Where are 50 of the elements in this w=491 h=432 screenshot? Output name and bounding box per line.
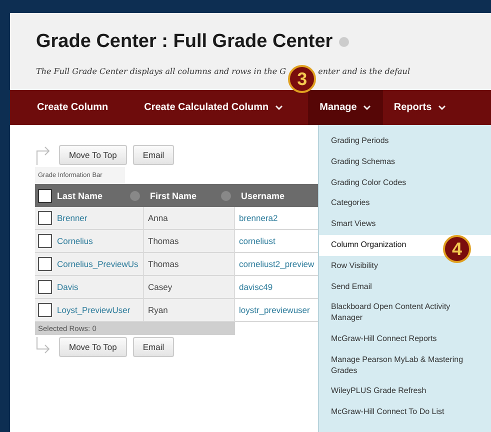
nav-tab[interactable]: Create Column (26, 90, 120, 125)
action-button[interactable]: Email (132, 337, 174, 357)
checkbox[interactable] (38, 303, 52, 317)
callout-badge: 3 (288, 65, 316, 93)
checkbox[interactable] (38, 211, 52, 225)
nav-tab[interactable]: Manage (308, 90, 383, 125)
column-header[interactable]: Username (241, 190, 285, 200)
nav-tab[interactable]: Create Calculated Column (133, 90, 294, 125)
menu-item[interactable]: McGraw-Hill Connect To Do List (319, 402, 491, 423)
menu-item[interactable]: WileyPLUS Grade Refresh (319, 381, 491, 402)
column-header[interactable]: Last Name (57, 190, 103, 200)
menu-item[interactable]: Grading Periods (319, 131, 491, 152)
checkbox[interactable] (38, 257, 52, 271)
table-cell: Casey (148, 282, 172, 292)
table-cell: loystr_previewuser (239, 305, 310, 315)
menu-item[interactable]: Blackboard Open Content Activity Manager (319, 297, 491, 329)
page-description: The Full Grade Center displays all columns and rows in the G (36, 66, 286, 76)
menu-item[interactable]: Grading Color Codes (319, 172, 491, 194)
menu-item[interactable]: Manage Pearson MyLab & Mastering Grades (319, 350, 491, 382)
nav-tab[interactable]: Reports (382, 90, 457, 125)
column-header[interactable]: First Name (150, 190, 197, 200)
table-cell: Davis (57, 282, 78, 292)
caret-icon (438, 105, 446, 110)
table-cell: Cornelius (57, 236, 93, 246)
checkbox[interactable] (38, 188, 52, 202)
caret-icon (274, 105, 283, 110)
menu-item[interactable]: Categories (319, 193, 491, 214)
table-cell: Loyst_PreviewUser (57, 305, 130, 315)
page-description: enter and is the defaul (318, 66, 410, 76)
menu-item[interactable]: Send Email (319, 276, 491, 298)
table-cell: davisc49 (239, 282, 273, 292)
table-cell: Ryan (148, 305, 168, 315)
table-cell: corneliust (239, 236, 276, 246)
table-cell: Thomas (148, 259, 179, 269)
menu-item[interactable]: Smart Views (319, 214, 491, 235)
table-cell: Anna (148, 213, 168, 223)
action-button[interactable]: Move To Top (59, 337, 127, 357)
table-cell: Cornelius_PreviewUs (57, 259, 138, 269)
checkbox[interactable] (38, 280, 52, 294)
action-button[interactable]: Move To Top (59, 145, 127, 165)
checkbox[interactable] (38, 234, 52, 248)
page-title: Grade Center : Full Grade Center (36, 31, 333, 53)
menu-item[interactable]: McGraw-Hill Connect Reports (319, 328, 491, 350)
menu-item[interactable]: Grading Schemas (319, 152, 491, 173)
table-cell: corneliust2_preview (239, 259, 314, 269)
table-cell: brennera2 (239, 213, 278, 223)
caret-icon (362, 105, 371, 110)
table-cell: Brenner (57, 213, 88, 223)
table-cell: Thomas (148, 236, 179, 246)
action-button[interactable]: Email (132, 145, 174, 165)
